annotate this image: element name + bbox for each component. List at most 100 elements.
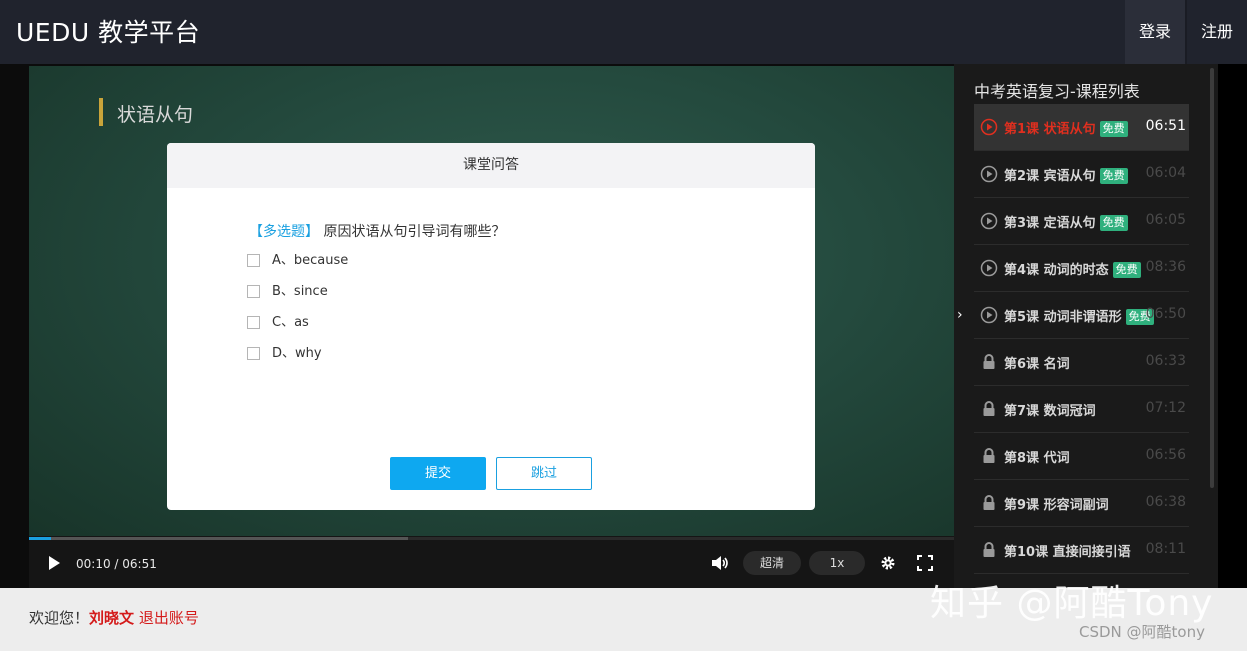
lesson-title: 第4课 动词的时态 (1004, 263, 1109, 278)
dialog-title: 课堂问答 (167, 143, 815, 188)
lesson-duration: 07:12 (1145, 400, 1186, 416)
player-controls: 00:10 / 06:51 超清 1x (29, 536, 954, 588)
lesson-duration: 08:36 (1145, 259, 1186, 275)
lesson-duration: 06:51 (1145, 118, 1186, 134)
lock-icon (983, 354, 995, 369)
lesson-title: 第8课 代词 (1004, 451, 1070, 466)
lesson-title: 第7课 数词冠词 (1004, 404, 1096, 419)
lesson-item[interactable]: 第9课 形容词副词 06:38 (974, 480, 1189, 527)
progress-buffer (29, 537, 409, 540)
lesson-name: 第5课 动词非谓语形 免费 (1004, 306, 1154, 325)
lesson-item[interactable]: 第10课 直接间接引语 08:11 (974, 527, 1189, 574)
lesson-duration: 06:50 (1145, 306, 1186, 322)
free-badge: 免费 (1099, 121, 1128, 137)
play-circle-icon (980, 259, 998, 277)
lesson-duration: 08:11 (1145, 541, 1186, 557)
register-link[interactable]: 注册 (1187, 0, 1247, 64)
option-b[interactable]: B、since (247, 283, 328, 301)
lock-icon (983, 401, 995, 416)
lesson-duration: 06:04 (1145, 165, 1186, 181)
lesson-name: 第10课 直接间接引语 (1004, 541, 1131, 560)
lesson-sidebar: 中考英语复习-课程列表 › 第1课 状语从句 免费 06:51 第2课 宾语从句 免费 0… (954, 64, 1218, 588)
top-navbar: UEDU 教学平台 登录 注册 (0, 0, 1247, 64)
username[interactable]: 刘晓文 (89, 609, 134, 627)
lesson-item[interactable]: 第1课 状语从句 免费 06:51 (974, 104, 1189, 151)
volume-icon[interactable] (711, 555, 729, 571)
speed-selector[interactable]: 1x (809, 551, 865, 575)
lesson-title: 第10课 直接间接引语 (1004, 545, 1131, 560)
option-c[interactable]: C、as (247, 314, 309, 332)
play-circle-icon (980, 212, 998, 230)
lesson-title: 第5课 动词非谓语形 (1004, 310, 1122, 325)
sidebar-scrollbar[interactable] (1210, 68, 1214, 488)
fullscreen-icon[interactable] (917, 555, 933, 571)
lesson-name: 第9课 形容词副词 (1004, 494, 1109, 513)
free-badge: 免费 (1112, 262, 1141, 278)
lesson-duration: 06:38 (1145, 494, 1186, 510)
option-a-label: A、because (272, 253, 349, 268)
lesson-item[interactable]: 第3课 定语从句 免费 06:05 (974, 198, 1189, 245)
welcome-message: 欢迎您！刘晓文 退出账号 (29, 607, 199, 628)
play-circle-icon (980, 118, 998, 136)
lesson-duration: 06:05 (1145, 212, 1186, 228)
lesson-duration: 06:56 (1145, 447, 1186, 463)
current-lesson-arrow-icon: › (957, 307, 963, 323)
lesson-name: 第4课 动词的时态 免费 (1004, 259, 1141, 278)
lesson-title: 第2课 宾语从句 (1004, 169, 1096, 184)
option-c-checkbox[interactable] (247, 316, 260, 329)
lock-icon (983, 495, 995, 510)
gear-icon[interactable] (880, 555, 896, 571)
option-b-label: B、since (272, 284, 328, 299)
lesson-title: 第1课 状语从句 (1004, 122, 1096, 137)
login-link[interactable]: 登录 (1125, 0, 1185, 64)
lesson-item[interactable]: 第2课 宾语从句 免费 06:04 (974, 151, 1189, 198)
brand-logo[interactable]: UEDU 教学平台 (16, 13, 200, 49)
progress-played (29, 537, 52, 540)
lock-icon (983, 448, 995, 463)
lesson-name: 第8课 代词 (1004, 447, 1070, 466)
option-d-label: D、why (272, 346, 322, 361)
watermark-main: 知乎 @阿酷Tony (930, 583, 1214, 624)
free-badge: 免费 (1099, 215, 1128, 231)
quality-selector[interactable]: 超清 (743, 551, 801, 575)
submit-button[interactable]: 提交 (390, 457, 486, 490)
question-text: 【多选题】 原因状语从句引导词有哪些？ (249, 221, 505, 241)
lesson-duration: 06:33 (1145, 353, 1186, 369)
lesson-item[interactable]: 第4课 动词的时态 免费 08:36 (974, 245, 1189, 292)
free-badge: 免费 (1099, 168, 1128, 184)
play-icon[interactable] (49, 556, 60, 570)
lesson-item[interactable]: 第7课 数词冠词 07:12 (974, 386, 1189, 433)
skip-button[interactable]: 跳过 (496, 457, 592, 490)
option-a-checkbox[interactable] (247, 254, 260, 267)
option-d-checkbox[interactable] (247, 347, 260, 360)
option-d[interactable]: D、why (247, 345, 322, 363)
lesson-title: 第9课 形容词副词 (1004, 498, 1109, 513)
question-stem: 原因状语从句引导词有哪些？ (323, 224, 506, 240)
board-title-marker (99, 98, 103, 126)
board-title: 状语从句 (117, 104, 194, 126)
lock-icon (983, 542, 995, 557)
lesson-name: 第1课 状语从句 免费 (1004, 118, 1128, 137)
lesson-name: 第3课 定语从句 免费 (1004, 212, 1128, 231)
option-b-checkbox[interactable] (247, 285, 260, 298)
lesson-title: 第3课 定语从句 (1004, 216, 1096, 231)
lesson-item[interactable]: 第8课 代词 06:56 (974, 433, 1189, 480)
option-c-label: C、as (272, 315, 309, 330)
progress-bar[interactable] (29, 537, 954, 540)
play-circle-icon (980, 165, 998, 183)
lesson-title: 第6课 名词 (1004, 357, 1070, 372)
time-display: 00:10 / 06:51 (76, 557, 157, 571)
sidebar-title: 中考英语复习-课程列表 (974, 82, 1140, 101)
option-a[interactable]: A、because (247, 252, 348, 270)
lesson-name: 第2课 宾语从句 免费 (1004, 165, 1128, 184)
footer-bar: 欢迎您！刘晓文 退出账号 知乎 @阿酷Tony CSDN @阿酷tony (0, 583, 1247, 651)
watermark-sub: CSDN @阿酷tony (1079, 623, 1205, 641)
lesson-name: 第6课 名词 (1004, 353, 1070, 372)
lesson-item[interactable]: 第6课 名词 06:33 (974, 339, 1189, 386)
play-circle-icon (980, 306, 998, 324)
quiz-dialog: 课堂问答 【多选题】 原因状语从句引导词有哪些？ A、because B、sin… (167, 143, 815, 510)
question-type: 【多选题】 (249, 224, 319, 240)
lesson-name: 第7课 数词冠词 (1004, 400, 1096, 419)
lesson-item[interactable]: 第5课 动词非谓语形 免费 06:50 (974, 292, 1189, 339)
logout-link[interactable]: 退出账号 (139, 609, 199, 627)
